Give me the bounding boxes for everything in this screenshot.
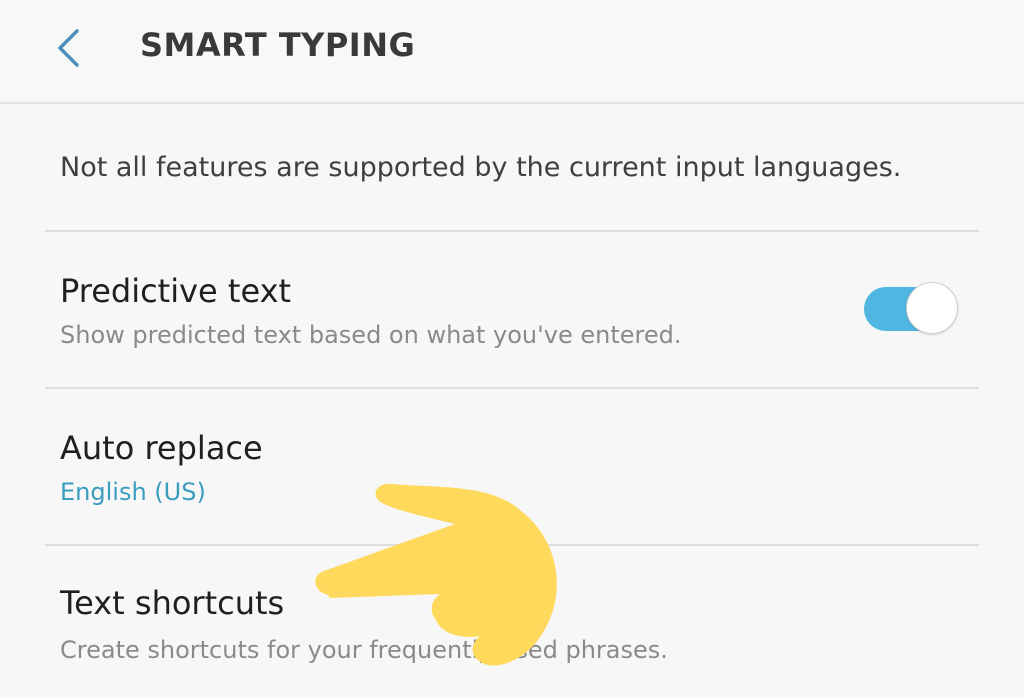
setting-predictive-text[interactable]: Predictive text Show predicted text base… (0, 232, 1024, 387)
auto-replace-language: English (US) (60, 478, 206, 506)
predictive-text-toggle[interactable] (864, 282, 958, 336)
toggle-knob (906, 282, 958, 334)
setting-title: Text shortcuts (60, 584, 285, 622)
chevron-left-icon (58, 29, 79, 67)
setting-title: Predictive text (60, 272, 292, 310)
setting-title: Auto replace (60, 429, 263, 467)
app-bar: SMART TYPING (0, 0, 1024, 104)
language-support-notice: Not all features are supported by the cu… (60, 152, 902, 183)
setting-description: Create shortcuts for your frequently use… (60, 636, 668, 664)
setting-text-shortcuts[interactable]: Text shortcuts Create shortcuts for your… (0, 546, 1024, 698)
setting-description: Show predicted text based on what you've… (60, 321, 682, 349)
smart-typing-screen: SMART TYPING Not all features are suppor… (0, 0, 1024, 698)
page-title: SMART TYPING (140, 26, 416, 64)
back-button[interactable] (40, 20, 96, 76)
setting-auto-replace[interactable]: Auto replace English (US) (0, 389, 1024, 544)
